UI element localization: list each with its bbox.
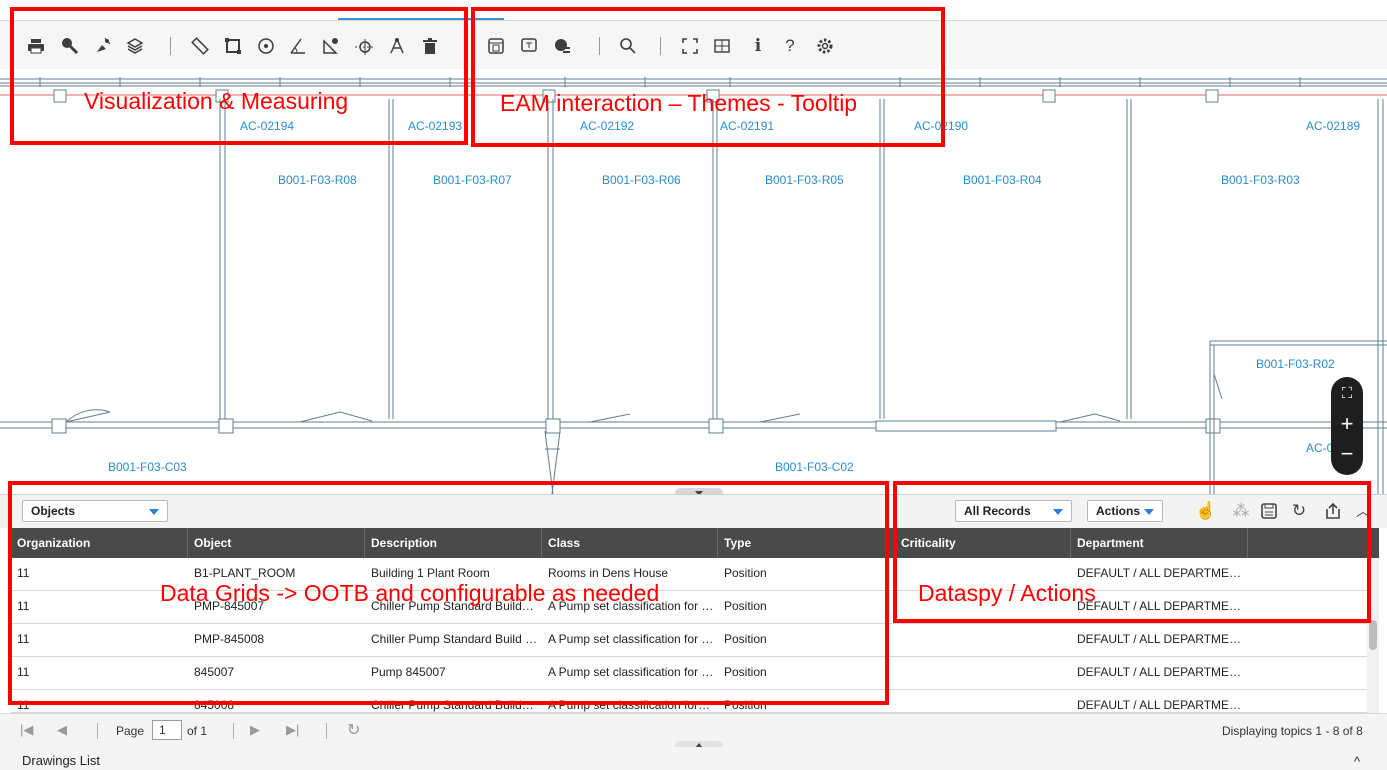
chevron-up-icon[interactable]: ^ xyxy=(1354,754,1360,769)
pager-separator xyxy=(97,723,98,739)
page-count-label: of 1 xyxy=(187,724,208,738)
cell-department: DEFAULT / ALL DEPARTME… xyxy=(1077,698,1242,712)
cell-criticality xyxy=(895,657,1071,690)
pager-separator xyxy=(326,723,327,739)
annotation-dataspy: Dataspy / Actions xyxy=(918,580,1096,606)
room-label[interactable]: B001-F03-R02 xyxy=(1256,357,1335,371)
page-label: Page xyxy=(116,724,145,738)
cell-department: DEFAULT / ALL DEPARTME… xyxy=(1077,632,1242,646)
cell-criticality xyxy=(895,624,1071,657)
zoom-out-button[interactable]: − xyxy=(1331,441,1363,467)
room-label[interactable]: B001-F03-R03 xyxy=(1221,173,1300,187)
fit-extent-icon[interactable]: ⛶ xyxy=(1331,381,1363,407)
zoom-in-button[interactable]: + xyxy=(1331,411,1363,437)
asset-label[interactable]: AC-02189 xyxy=(1306,119,1360,133)
first-page-icon[interactable]: |◀ xyxy=(20,722,33,738)
annotation-eam: EAM interaction – Themes - Tooltip xyxy=(500,90,858,116)
refresh-icon[interactable]: ↻ xyxy=(347,720,360,740)
corridor-label[interactable]: B001-F03-C03 xyxy=(108,460,187,474)
room-label[interactable]: B001-F03-R08 xyxy=(278,173,357,187)
drawings-list-bar[interactable]: Drawings List ^ xyxy=(0,747,1387,770)
room-label[interactable]: B001-F03-R04 xyxy=(963,173,1042,187)
zoom-control: ⛶ + − xyxy=(1331,377,1363,475)
previous-page-icon[interactable]: ◀ xyxy=(57,722,67,738)
room-label[interactable]: B001-F03-R07 xyxy=(433,173,512,187)
room-label[interactable]: B001-F03-R05 xyxy=(765,173,844,187)
room-label[interactable]: B001-F03-R06 xyxy=(602,173,681,187)
annotation-visualization: Visualization & Measuring xyxy=(84,88,349,114)
cell-department: DEFAULT / ALL DEPARTME… xyxy=(1077,665,1242,679)
pager-status: Displaying topics 1 - 8 of 8 xyxy=(1222,724,1363,738)
drawings-list-label: Drawings List xyxy=(22,753,101,768)
corridor-label[interactable]: B001-F03-C02 xyxy=(775,460,854,474)
annotation-grids: Data Grids -> OOTB and configurable as n… xyxy=(160,580,660,606)
page-number-input[interactable]: 1 xyxy=(152,720,182,740)
annotation-box-visualization xyxy=(10,7,468,145)
cell-criticality xyxy=(895,690,1071,712)
pager-separator xyxy=(233,723,234,739)
last-page-icon[interactable]: ▶| xyxy=(286,722,299,738)
annotation-box-eam xyxy=(471,7,945,147)
next-page-icon[interactable]: ▶ xyxy=(250,722,260,738)
scrollbar-thumb[interactable] xyxy=(1369,620,1377,650)
